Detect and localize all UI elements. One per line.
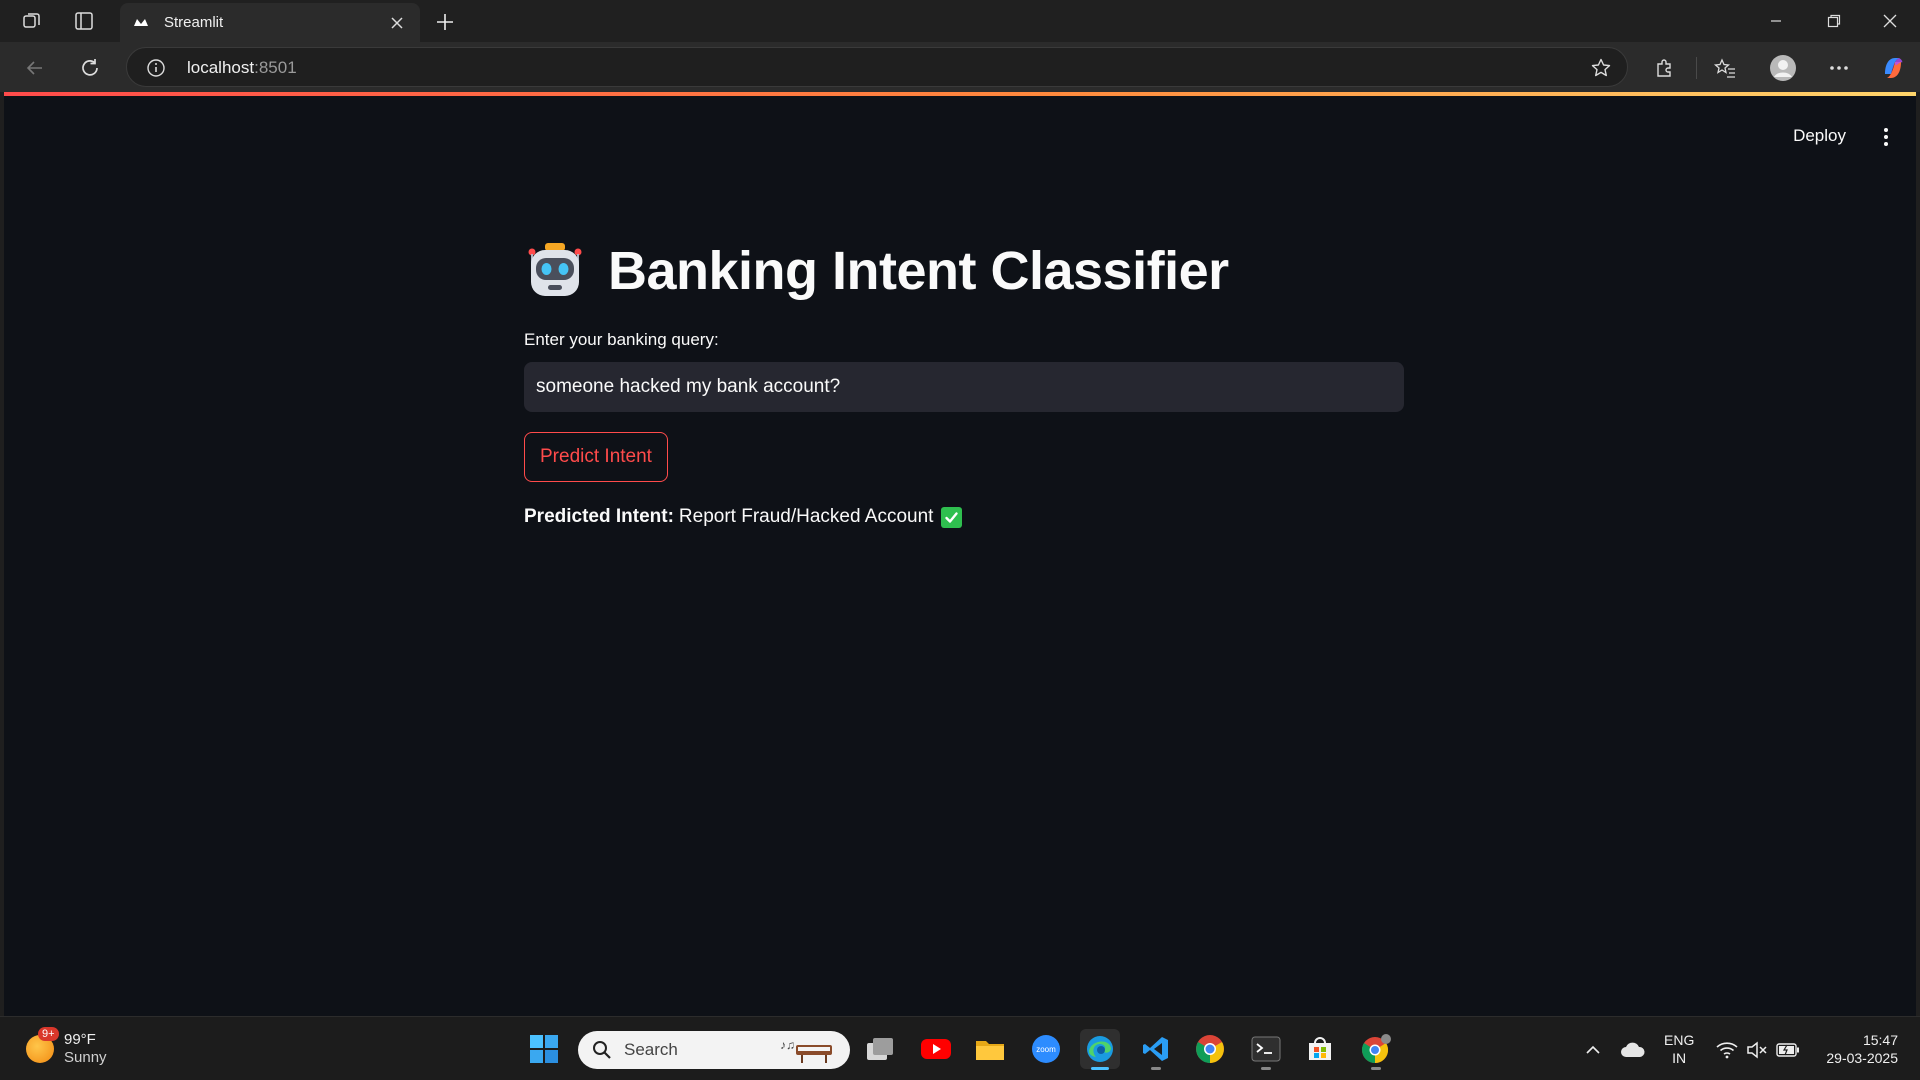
language-code: ENG	[1664, 1032, 1695, 1048]
streamlit-logo-icon	[132, 14, 150, 32]
back-icon[interactable]	[20, 53, 50, 83]
svg-text:zoom: zoom	[1036, 1045, 1056, 1054]
result-label: Predicted Intent:	[524, 506, 674, 527]
tab-title: Streamlit	[164, 14, 224, 31]
address-bar[interactable]: localhost:8501	[126, 47, 1628, 87]
query-input-value: someone hacked my bank account?	[536, 376, 841, 397]
windows-taskbar: 9+ 99°F Sunny Search ♪♫ zoom ENG IN 15:4…	[0, 1016, 1920, 1080]
streamlit-app: Deploy Banking Intent Classifier Enter y…	[4, 96, 1916, 1016]
zoom-icon[interactable]: zoom	[1026, 1029, 1066, 1069]
workspaces-icon[interactable]	[20, 9, 44, 33]
show-hidden-icons-chevron-icon[interactable]	[1580, 1037, 1606, 1063]
weather-condition: Sunny	[64, 1049, 107, 1066]
close-window-icon[interactable]	[1870, 8, 1910, 34]
input-language[interactable]: ENG IN	[1664, 1031, 1694, 1067]
search-label: Search	[624, 1040, 678, 1059]
new-tab-icon[interactable]	[432, 9, 458, 35]
running-app-indicator	[1151, 1067, 1161, 1070]
terminal-icon[interactable]	[1246, 1029, 1286, 1070]
browser-toolbar: localhost:8501	[0, 42, 1920, 92]
main-menu-icon[interactable]	[1874, 123, 1898, 151]
battery-charging-icon[interactable]	[1774, 1037, 1802, 1063]
task-view-icon[interactable]	[860, 1029, 900, 1069]
running-app-indicator	[1261, 1067, 1271, 1070]
extensions-icon[interactable]	[1649, 53, 1679, 83]
weather-text: 99°F Sunny	[64, 1031, 107, 1067]
restore-icon[interactable]	[1814, 8, 1854, 34]
clock-time: 15:47	[1862, 1032, 1898, 1048]
main-content: Banking Intent Classifier Enter your ban…	[524, 236, 1404, 528]
predict-intent-button[interactable]: Predict Intent	[524, 432, 668, 482]
active-app-indicator	[1091, 1067, 1109, 1070]
chrome-icon[interactable]	[1190, 1029, 1230, 1069]
clock-date: 29-03-2025	[1826, 1050, 1898, 1066]
onedrive-cloud-icon[interactable]	[1618, 1037, 1648, 1063]
weather-widget[interactable]: 9+ 99°F Sunny	[26, 1027, 107, 1067]
file-explorer-icon[interactable]	[970, 1029, 1010, 1069]
deploy-button[interactable]: Deploy	[1793, 126, 1846, 146]
robot-icon	[528, 243, 582, 296]
browser-tab-active[interactable]: Streamlit	[120, 3, 420, 42]
volume-muted-icon[interactable]	[1744, 1037, 1770, 1063]
toolbar-divider	[1696, 57, 1697, 79]
url-text: localhost:8501	[187, 58, 297, 78]
check-mark-icon	[941, 506, 963, 528]
query-input[interactable]: someone hacked my bank account?	[524, 362, 1404, 412]
search-icon	[593, 1041, 611, 1059]
search-highlight-piano-icon: ♪♫	[780, 1038, 832, 1063]
microsoft-store-icon[interactable]	[1300, 1029, 1340, 1069]
url-host: localhost	[187, 58, 255, 77]
favorites-list-icon[interactable]	[1710, 53, 1740, 83]
more-options-icon[interactable]	[1824, 53, 1854, 83]
prediction-result: Predicted Intent: Report Fraud/Hacked Ac…	[524, 506, 1404, 528]
browser-titlebar: Streamlit	[0, 0, 1920, 42]
refresh-icon[interactable]	[75, 53, 105, 83]
running-app-indicator	[1371, 1067, 1381, 1070]
favorite-star-icon[interactable]	[1589, 56, 1613, 80]
start-menu-icon[interactable]	[524, 1029, 564, 1069]
profile-avatar-icon[interactable]	[1768, 53, 1798, 83]
notification-badge: 9+	[38, 1027, 59, 1041]
vscode-icon[interactable]	[1136, 1029, 1176, 1070]
predict-intent-button-label: Predict Intent	[540, 446, 652, 467]
wifi-icon[interactable]	[1714, 1037, 1740, 1063]
page-title: Banking Intent Classifier	[608, 241, 1229, 301]
taskbar-search[interactable]: Search ♪♫	[578, 1031, 850, 1069]
site-info-icon[interactable]	[145, 57, 167, 79]
system-clock[interactable]: 15:47 29-03-2025	[1826, 1031, 1898, 1067]
youtube-icon[interactable]	[916, 1029, 956, 1069]
query-input-label: Enter your banking query:	[524, 330, 719, 349]
copilot-icon[interactable]	[1878, 53, 1908, 83]
close-tab-icon[interactable]	[386, 12, 408, 34]
url-port: :8501	[254, 58, 297, 77]
svg-text:♪♫: ♪♫	[780, 1038, 795, 1052]
edge-icon[interactable]	[1080, 1029, 1120, 1070]
region-code: IN	[1672, 1050, 1687, 1066]
chrome-profile-icon[interactable]	[1356, 1029, 1396, 1070]
minimize-icon[interactable]	[1756, 8, 1796, 34]
weather-temperature: 99°F	[64, 1031, 96, 1048]
result-value: Report Fraud/Hacked Account	[678, 506, 934, 527]
page-title-row: Banking Intent Classifier	[524, 236, 1404, 306]
sunny-weather-icon: 9+	[26, 1027, 59, 1063]
vertical-tabs-icon[interactable]	[72, 9, 96, 33]
